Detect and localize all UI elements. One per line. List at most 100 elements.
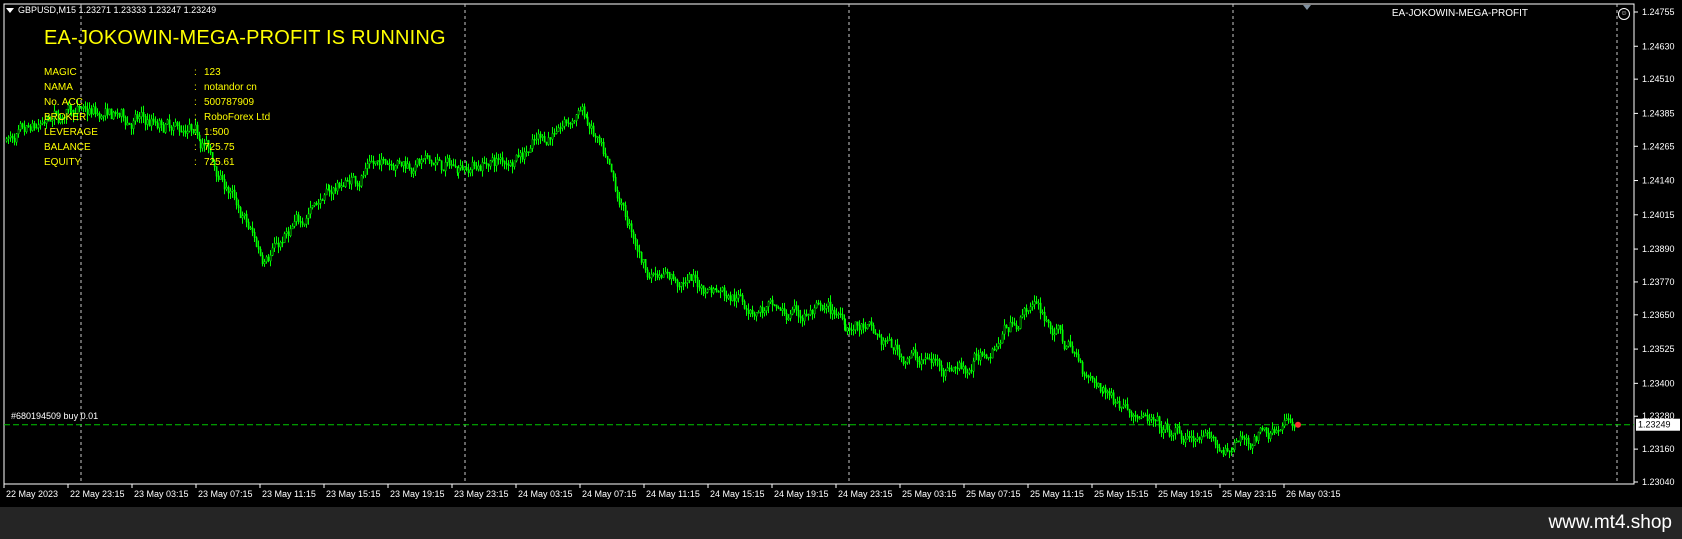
candle-body <box>862 323 865 328</box>
candle-body <box>737 294 740 299</box>
time-axis-label: 24 May 15:15 <box>710 489 765 499</box>
candle-body <box>908 357 911 360</box>
candle-body <box>442 169 445 172</box>
candle-body <box>807 314 810 316</box>
candle-body <box>352 175 355 178</box>
candle-body <box>932 358 935 364</box>
candle-body <box>440 160 443 170</box>
candle-body <box>378 160 381 166</box>
candle-body <box>1097 383 1100 387</box>
candle-body <box>293 221 296 227</box>
candle-body <box>1287 418 1290 420</box>
candle-body <box>868 321 871 325</box>
candle-body <box>301 221 304 225</box>
candle-body <box>227 186 230 194</box>
candle-body <box>696 277 699 287</box>
candle-body <box>775 304 778 308</box>
candle-body <box>257 246 260 250</box>
candle-body <box>424 155 427 159</box>
candle-body <box>1114 402 1117 404</box>
candle-body <box>715 288 718 292</box>
candle-body <box>801 317 804 322</box>
info-colon: : <box>194 82 197 93</box>
expert-smiley-icon[interactable]: ☺ <box>1618 8 1630 20</box>
chart-shift-marker-icon[interactable] <box>1303 5 1311 10</box>
candle-body <box>1005 324 1008 328</box>
expert-status-text: EA-JOKOWIN-MEGA-PROFIT IS RUNNING <box>44 27 446 49</box>
candle-body <box>1132 414 1135 417</box>
candle-body <box>362 174 365 177</box>
candle-body <box>1235 440 1238 443</box>
candle-body <box>999 342 1002 345</box>
candle-body <box>475 165 478 170</box>
candle-body <box>852 329 855 331</box>
candle-body <box>1110 392 1113 396</box>
info-value: 1:500 <box>204 127 230 138</box>
candle-body <box>501 157 504 162</box>
time-axis-label: 26 May 03:15 <box>1286 489 1341 499</box>
candle-body <box>17 129 20 135</box>
candle-body <box>989 356 992 359</box>
info-colon: : <box>194 127 197 138</box>
candle-body <box>521 152 524 160</box>
candle-body <box>513 160 516 167</box>
time-axis-label: 23 May 11:15 <box>262 489 316 499</box>
candle-body <box>535 138 538 141</box>
candle-body <box>473 161 476 167</box>
candle-body <box>261 255 264 265</box>
candle-body <box>1041 311 1044 314</box>
candle-body <box>1228 450 1231 453</box>
candle-body <box>795 305 798 311</box>
chart-menu-icon[interactable] <box>6 7 14 13</box>
candle-body <box>386 162 389 165</box>
order-line-label[interactable]: #680194509 buy 0.01 <box>11 411 98 421</box>
candle-body <box>902 356 905 364</box>
candle-body <box>773 304 776 306</box>
candle-body <box>761 306 764 314</box>
candle-body <box>432 162 435 166</box>
candle-body <box>1033 301 1036 305</box>
candle-body <box>1063 340 1066 350</box>
candle-body <box>753 313 756 317</box>
candle-body <box>1118 401 1121 409</box>
candle-body <box>569 123 572 125</box>
candle-body <box>354 175 357 184</box>
candle-body <box>846 327 849 332</box>
candle-body <box>291 226 294 230</box>
candle-body <box>321 199 324 201</box>
candle-body <box>1251 445 1254 449</box>
info-row-nama: NAMA: notandor cn <box>44 80 270 95</box>
candle-body <box>729 295 732 301</box>
candle-body <box>1196 437 1199 440</box>
info-label: LEVERAGE <box>44 127 98 138</box>
candle-body <box>1108 391 1111 396</box>
time-axis-label: 25 May 03:15 <box>902 489 957 499</box>
info-label: No. ACC <box>44 97 83 108</box>
candle-body <box>630 223 633 233</box>
candle-body <box>833 309 836 315</box>
time-axis-label: 22 May 2023 <box>6 489 58 499</box>
candle-body <box>946 367 949 372</box>
price-axis-label: 1.24015 <box>1642 210 1675 220</box>
candle-body <box>515 154 518 162</box>
candle-body <box>509 162 512 166</box>
candle-body <box>299 221 302 223</box>
candle-body <box>757 311 760 314</box>
price-axis-label: 1.24630 <box>1642 41 1675 51</box>
candle-body <box>1067 341 1070 347</box>
candle-body <box>616 190 619 199</box>
candle-body <box>1099 383 1102 392</box>
candle-body <box>15 133 18 143</box>
candle-body <box>1043 311 1046 321</box>
candle-body <box>295 214 298 222</box>
candle-body <box>1037 302 1040 305</box>
time-axis-label: 23 May 15:15 <box>326 489 381 499</box>
chart-window[interactable]: 22 May 2023 22 May 23:15 23 May 03:15 23 Ma… <box>0 0 1682 507</box>
candle-body <box>771 299 774 305</box>
candle-body <box>305 218 308 225</box>
candle-body <box>1279 429 1282 432</box>
account-info-panel: MAGIC:123 NAMA: notandor cn No. ACC:50078… <box>44 65 270 170</box>
candle-body <box>602 141 605 155</box>
candle-body <box>1188 436 1191 438</box>
candle-body <box>313 202 316 206</box>
